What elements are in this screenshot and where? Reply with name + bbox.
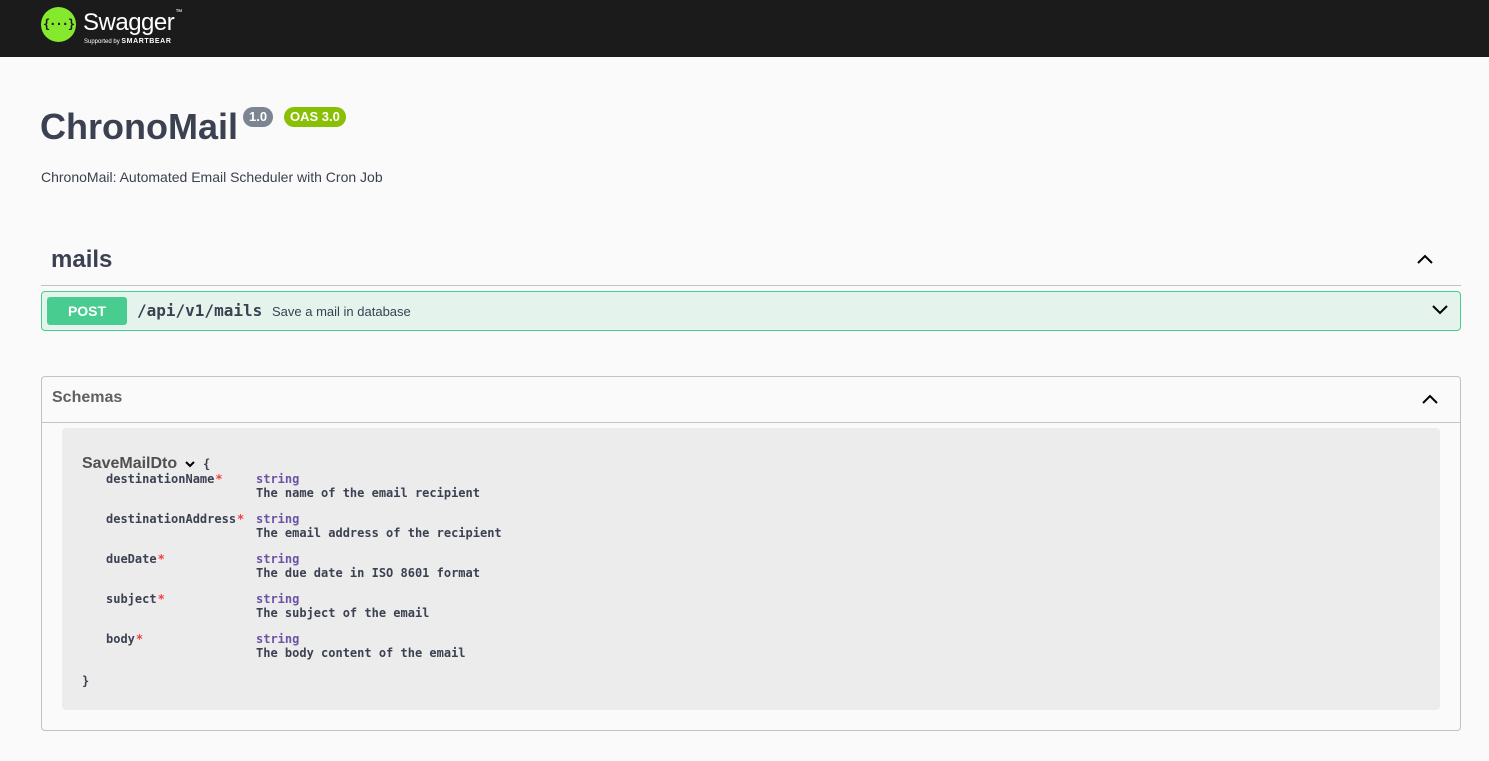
property-name: dueDate* (106, 552, 165, 566)
property-description: The due date in ISO 8601 format (256, 566, 480, 580)
operation-path[interactable]: /api/v1/mails (137, 301, 262, 320)
model-property: destinationAddress* string The email add… (106, 512, 1406, 544)
model-property: dueDate* string The due date in ISO 8601… (106, 552, 1406, 584)
model-open-brace: { (203, 457, 211, 471)
swagger-logo-icon[interactable]: {···} (41, 7, 76, 42)
chevron-down-icon[interactable] (1430, 299, 1450, 319)
tag-section-mails[interactable]: mails (41, 240, 1461, 286)
method-badge[interactable]: POST (47, 297, 127, 325)
oas-badge: OAS 3.0 (284, 107, 346, 127)
property-name: destinationAddress* (106, 512, 245, 526)
model-box: SaveMailDto { destinationName* string Th… (62, 428, 1440, 710)
required-mark: * (215, 472, 223, 486)
schemas-section: Schemas SaveMailDto { destinationName* s… (41, 376, 1461, 731)
required-mark: * (157, 552, 165, 566)
tag-name[interactable]: mails (51, 246, 112, 274)
topbar: {···} Swagger™ Supported by SMARTBEAR (0, 0, 1489, 57)
chevron-up-icon[interactable] (1420, 389, 1440, 409)
api-description: ChronoMail: Automated Email Scheduler wi… (41, 169, 383, 185)
property-name: subject* (106, 592, 165, 606)
property-description: The name of the email recipient (256, 486, 480, 500)
property-type: string (256, 472, 300, 486)
property-description: The subject of the email (256, 606, 430, 620)
chevron-up-icon[interactable] (1415, 249, 1435, 269)
version-badge: 1.0 (243, 107, 274, 127)
operation-summary[interactable]: Save a mail in database (272, 304, 411, 319)
required-mark: * (237, 512, 245, 526)
property-name: body* (106, 632, 144, 646)
schemas-header[interactable]: Schemas (42, 377, 1460, 423)
property-type: string (256, 592, 300, 606)
property-name: destinationName* (106, 472, 223, 486)
trademark: ™ (175, 9, 182, 16)
model-name[interactable]: SaveMailDto (82, 455, 177, 473)
operation-post-mails[interactable]: POST /api/v1/mails Save a mail in databa… (41, 291, 1461, 331)
required-mark: * (157, 592, 165, 606)
model-close-brace: } (82, 674, 90, 688)
schemas-title[interactable]: Schemas (52, 389, 122, 407)
sponsor-name: SMARTBEAR (121, 38, 172, 45)
property-description: The email address of the recipient (256, 526, 502, 540)
property-type: string (256, 552, 300, 566)
brand-name: Swagger (83, 9, 175, 36)
supported-by: Supported by SMARTBEAR (84, 38, 172, 45)
property-type: string (256, 632, 300, 646)
property-description: The body content of the email (256, 646, 466, 660)
property-type: string (256, 512, 300, 526)
supported-by-label: Supported by (84, 39, 120, 45)
chevron-down-icon[interactable] (183, 457, 197, 471)
model-property: subject* string The subject of the email (106, 592, 1406, 624)
model-property: body* string The body content of the ema… (106, 632, 1406, 664)
model-property: destinationName* string The name of the … (106, 472, 1406, 504)
swagger-brand[interactable]: Swagger™ (83, 9, 182, 37)
required-mark: * (135, 632, 144, 646)
api-title: ChronoMail (40, 106, 238, 147)
